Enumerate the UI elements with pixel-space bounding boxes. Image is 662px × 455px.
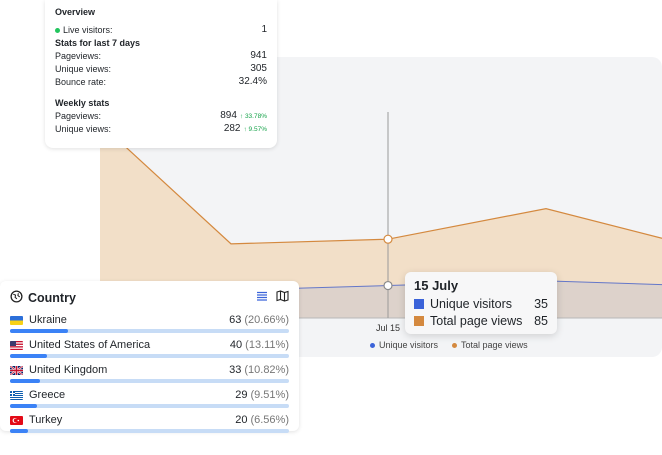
bounce-rate-label: Bounce rate: [55,76,107,87]
overview-title: Overview [55,7,96,17]
live-visitors-label: Live visitors: [63,24,113,35]
pageviews-value: 941 [250,50,267,61]
list-view-icon[interactable] [256,289,268,307]
country-count: 29 [235,389,248,401]
globe-icon [10,290,23,306]
country-bar-fill [10,429,29,433]
country-view-toggle [256,289,289,307]
overview-panel: Overview Live visitors: 1 Stats for last… [45,0,277,148]
x-tick-label: Jul 15 [376,323,400,333]
bounce-rate-row: Bounce rate: 32.4% [55,75,267,88]
weekly-unique-label: Unique views: [55,123,112,134]
country-bar-track [10,379,289,383]
tooltip-total-swatch [414,316,424,326]
weekly-pageviews-change: ↑ 33.78% [239,113,267,120]
last7-title: Stats for last 7 days [55,38,141,48]
country-bar-fill [10,404,37,408]
country-pct: (9.51%) [250,389,289,401]
weekly-pageviews-value: 894 [220,110,237,121]
country-row-greece[interactable]: Greece 29 (9.51%) [10,388,289,408]
uk-flag-icon [10,365,23,375]
turkey-flag-icon [10,415,23,425]
legend-unique-label: Unique visitors [379,340,439,350]
pageviews-label: Pageviews: [55,50,102,61]
pageviews-row: Pageviews: 941 [55,49,267,62]
country-bar-track [10,354,289,358]
bounce-rate-value: 32.4% [238,76,267,87]
tooltip-date: 15 July [414,278,459,293]
legend-total[interactable]: Total page views [452,340,528,350]
weekly-title: Weekly stats [55,98,110,108]
country-count: 63 [229,314,242,326]
tooltip-total-label: Total page views [430,314,523,328]
country-name: Greece [29,389,66,401]
chart-legend: Unique visitors Total page views [370,340,528,350]
country-bar-track [10,429,289,433]
live-visitors-value: 1 [261,24,267,35]
country-pct: (6.56%) [250,414,289,426]
country-header: Country [10,289,289,307]
country-bar-track [10,404,289,408]
country-pct: (20.66%) [244,314,289,326]
greece-flag-icon [10,390,23,400]
country-title: Country [28,291,76,305]
unique-views-value: 305 [250,63,267,74]
country-name: Ukraine [29,314,67,326]
country-name: United Kingdom [29,364,108,376]
country-row-usa[interactable]: United States of America 40 (13.11%) [10,338,289,358]
weekly-unique-value: 282 [223,123,241,134]
unique-views-row: Unique views: 305 [55,62,267,75]
tooltip-unique-value: 35 [534,297,548,311]
country-row-turkey[interactable]: Turkey 20 (6.56%) [10,413,289,433]
unique-views-label: Unique views: [55,63,112,74]
live-visitors-row: Live visitors: 1 [55,23,267,36]
country-bar-fill [10,329,68,333]
weekly-pageviews-row: Pageviews: 894 ↑ 33.78% [55,109,267,122]
chart-tooltip: 15 July Unique visitors 35 Total page vi… [405,272,557,334]
usa-flag-icon [10,340,23,350]
country-bar-track [10,329,289,333]
country-name: United States of America [29,339,151,351]
map-view-icon[interactable] [276,289,289,307]
country-panel: Country Ukraine 63 (20.66%) United State… [0,281,299,433]
country-bar-fill [10,354,47,358]
country-count: 20 [235,414,248,426]
tooltip-unique-swatch [414,299,424,309]
total-hover-point [383,234,393,244]
tooltip-unique-label: Unique visitors [430,297,512,311]
tooltip-row-unique: Unique visitors 35 [414,297,548,311]
unique-hover-point [383,280,393,291]
live-indicator-icon [55,27,60,33]
country-pct: (10.82%) [244,364,289,376]
weekly-unique-row: Unique views: 282 ↑ 9.57% [55,122,267,135]
tooltip-row-total: Total page views 85 [414,314,548,328]
ukraine-flag-icon [10,315,23,325]
country-row-ukraine[interactable]: Ukraine 63 (20.66%) [10,313,289,333]
country-row-uk[interactable]: United Kingdom 33 (10.82%) [10,363,289,383]
legend-total-label: Total page views [461,340,528,350]
weekly-unique-change: ↑ 9.57% [243,126,268,133]
legend-unique[interactable]: Unique visitors [370,340,438,350]
country-bar-fill [10,379,41,383]
legend-unique-dot [370,342,375,348]
legend-total-dot [452,342,458,348]
country-title-wrap: Country [10,290,76,306]
tooltip-total-value: 85 [534,314,548,328]
country-name: Turkey [29,414,63,426]
country-count: 33 [229,364,242,376]
weekly-pageviews-label: Pageviews: [55,110,102,121]
country-count: 40 [229,339,243,351]
country-pct: (13.11%) [245,339,289,351]
